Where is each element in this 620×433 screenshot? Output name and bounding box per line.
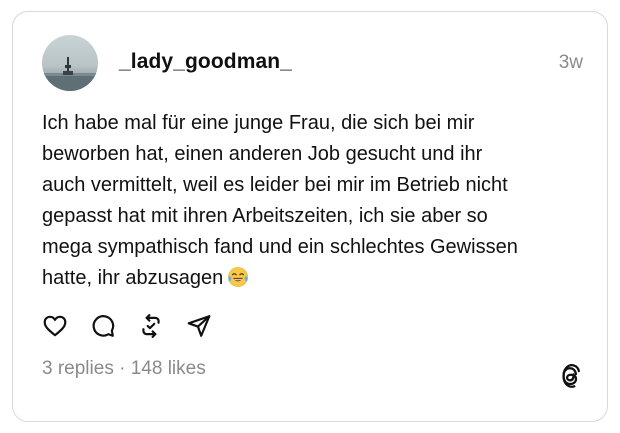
reply-button[interactable] (89, 312, 117, 340)
like-button[interactable] (41, 312, 69, 340)
threads-logo-icon (562, 364, 580, 388)
post-actions (41, 312, 233, 340)
share-icon (187, 315, 211, 337)
timestamp: 3w (558, 52, 583, 73)
replies-count[interactable]: 3 replies (42, 358, 114, 379)
likes-count[interactable]: 148 likes (131, 358, 206, 379)
avatar[interactable] (42, 35, 98, 91)
post-body: Ich habe mal für eine junge Frau, die si… (42, 112, 518, 289)
share-button[interactable] (185, 312, 213, 340)
repost-icon (142, 314, 160, 338)
avatar-image (42, 35, 98, 91)
post-stats: 3 replies · 148 likes (42, 358, 206, 380)
repost-button[interactable] (137, 312, 165, 340)
post-card: _lady_goodman_ 3w Ich habe mal für eine … (12, 11, 608, 422)
stats-separator: · (119, 358, 126, 379)
post-text: Ich habe mal für eine junge Frau, die si… (42, 108, 587, 294)
threads-logo[interactable] (557, 362, 583, 390)
comment-icon (92, 315, 115, 337)
username[interactable]: _lady_goodman_ (119, 50, 292, 74)
tears-of-joy-emoji (228, 267, 249, 287)
heart-icon (43, 315, 67, 337)
